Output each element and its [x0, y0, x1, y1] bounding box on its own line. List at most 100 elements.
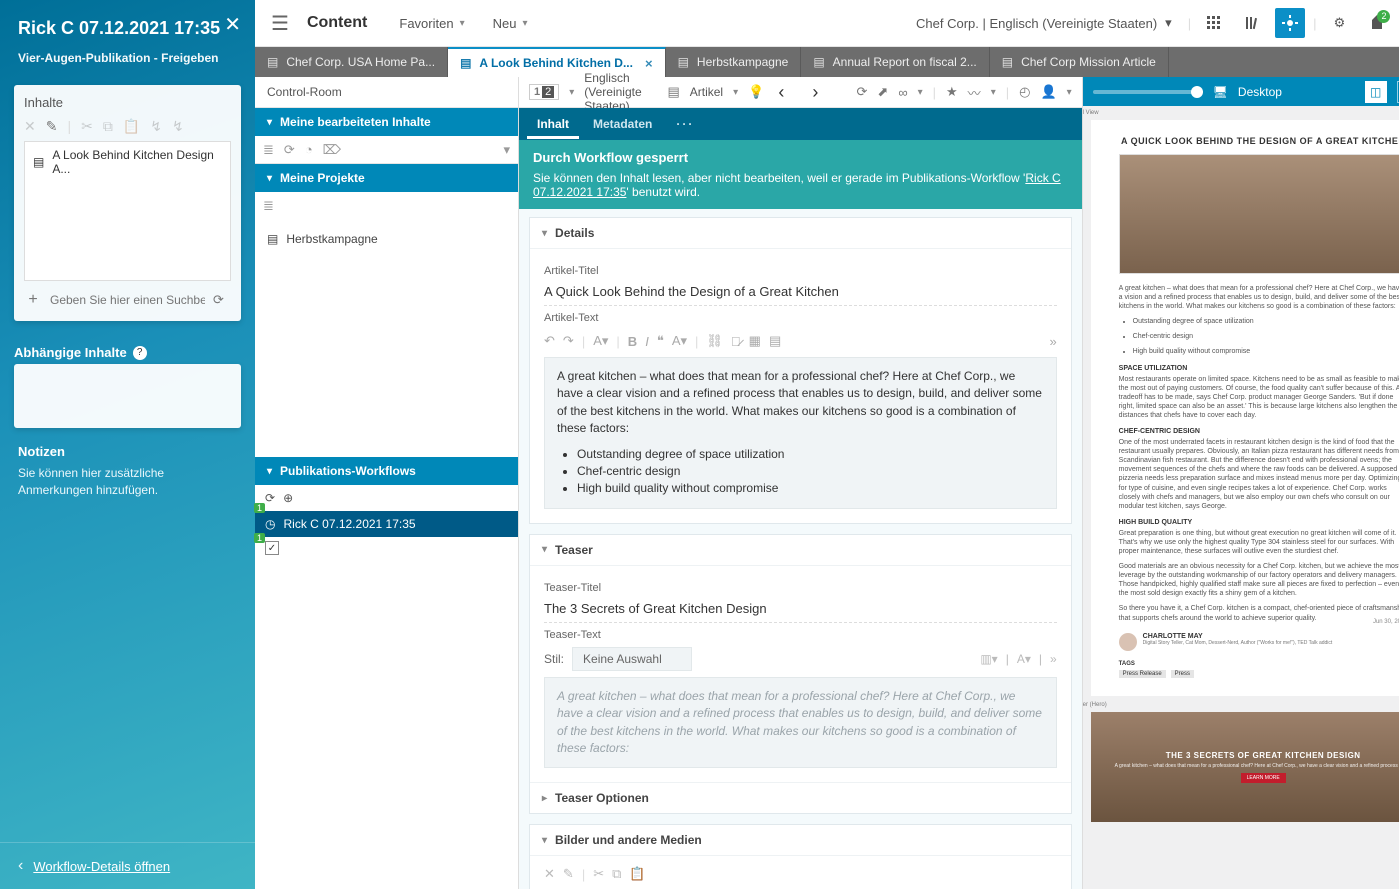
chevron-down-icon[interactable]: ▾ — [1067, 87, 1072, 98]
copy-icon[interactable]: ⧉ — [612, 866, 621, 882]
bulb-icon[interactable]: 💡 — [748, 84, 764, 100]
timer-icon[interactable]: ◴ — [1019, 84, 1030, 100]
cut-icon[interactable]: ✂ — [593, 866, 604, 882]
list-icon[interactable]: ≣ — [263, 142, 274, 158]
open-icon[interactable]: ⬈ — [877, 84, 888, 100]
star-icon[interactable]: ★ — [946, 84, 958, 100]
settings-icon[interactable]: ⚙ — [1324, 8, 1354, 38]
menu-icon[interactable]: ☰ — [265, 7, 295, 40]
section-workflows[interactable]: ▾Publikations-Workflows — [255, 457, 518, 485]
workflow-subtitle: Vier-Augen-Publikation - Freigeben — [18, 51, 237, 65]
version-icon[interactable]: 12 — [529, 84, 559, 100]
font2-icon[interactable]: A▾ — [672, 333, 687, 349]
search-input[interactable] — [48, 287, 207, 313]
workflow-details-link[interactable]: ‹ Workflow-Details öffnen — [0, 842, 255, 889]
tag[interactable]: Press — [1171, 670, 1194, 678]
site-dropdown[interactable]: Chef Corp. | Englisch (Vereinigte Staate… — [916, 15, 1172, 31]
tab-campaign[interactable]: ▤Herbstkampagne — [666, 47, 802, 77]
close-icon[interactable]: ✕ — [224, 12, 241, 37]
chevron-down-icon[interactable]: ▾ — [991, 87, 996, 98]
locale-dropdown[interactable]: Englisch (Vereinigte Staaten) — [584, 71, 657, 113]
paste-icon[interactable]: 📋 — [629, 866, 645, 882]
chevron-down-icon[interactable]: ▾ — [918, 87, 923, 98]
list-icon[interactable]: ≣ — [263, 198, 274, 214]
picker-icon[interactable]: ▥▾ — [980, 652, 997, 666]
chevron-down-icon[interactable]: ▾ — [569, 87, 574, 98]
article-text-area[interactable]: A great kitchen – what does that mean fo… — [544, 357, 1057, 509]
notes-hint[interactable]: Sie können hier zusätzliche Anmerkungen … — [14, 465, 241, 500]
project-item[interactable]: ▤Herbstkampagne — [255, 226, 518, 252]
hero-cta-button[interactable]: LEARN MORE — [1241, 773, 1286, 783]
nav-prev-icon[interactable]: ‹ — [774, 82, 788, 103]
tab-report[interactable]: ▤Annual Report on fiscal 2... — [801, 47, 989, 77]
article-title-value[interactable]: A Quick Look Behind the Design of a Grea… — [544, 280, 1057, 306]
font-icon[interactable]: A▾ — [1017, 652, 1031, 666]
teaser-options-header[interactable]: ▸Teaser Optionen — [530, 782, 1071, 813]
checkbox-checked-icon[interactable]: ✓ — [265, 541, 279, 555]
favorites-dropdown[interactable]: Favoriten▾ — [389, 10, 474, 37]
nav-next-icon[interactable]: › — [808, 82, 822, 103]
table-icon[interactable]: ▤ — [769, 333, 781, 349]
type-dropdown[interactable]: Artikel▾ — [690, 85, 738, 99]
share-icon[interactable]: ∞ — [898, 85, 907, 100]
undo-icon[interactable]: ↶ — [544, 333, 555, 349]
globe-icon[interactable]: ⊕ — [283, 491, 293, 505]
style-select[interactable]: Keine Auswahl — [572, 647, 692, 671]
close-tab-icon[interactable]: × — [645, 56, 653, 71]
bullet-item: High build quality without compromise — [577, 480, 1044, 497]
analytics-icon[interactable]: 〰 — [968, 83, 981, 102]
tab-content[interactable]: Inhalt — [527, 109, 579, 139]
new-label: Neu — [493, 16, 517, 31]
quote-icon[interactable]: ❝ — [657, 333, 664, 349]
edit-icon[interactable]: ✎ — [46, 118, 58, 135]
content-list-item[interactable]: ▤ A Look Behind Kitchen Design A... — [25, 142, 230, 182]
add-icon[interactable]: + — [24, 291, 42, 309]
mode-split-icon[interactable]: ◫ — [1365, 81, 1387, 103]
media-header[interactable]: ▾Bilder und andere Medien — [530, 825, 1071, 856]
tab-mission[interactable]: ▤Chef Corp Mission Article — [990, 47, 1169, 77]
help-icon[interactable]: ? — [133, 346, 147, 360]
editor-body[interactable]: ▾Details Artikel-Titel A Quick Look Behi… — [519, 209, 1082, 889]
teaser-text-area[interactable]: A great kitchen – what does that mean fo… — [544, 677, 1057, 769]
remove-icon[interactable]: ✕ — [544, 866, 555, 882]
reload-icon[interactable]: ⟳ — [857, 84, 868, 100]
edit-icon[interactable]: ✎ — [563, 866, 574, 882]
new-dropdown[interactable]: Neu▾ — [483, 10, 538, 37]
unlink-icon[interactable]: ⛓̷ — [731, 334, 741, 349]
filter-icon[interactable]: ◔ — [305, 142, 313, 157]
refresh-icon[interactable]: ⟳ — [284, 142, 295, 158]
teaser-title-value[interactable]: The 3 Secrets of Great Kitchen Design — [544, 597, 1057, 623]
teaser-header[interactable]: ▾Teaser — [530, 535, 1071, 566]
section-edited[interactable]: ▾Meine bearbeiteten Inhalte — [255, 108, 518, 136]
tab-more[interactable]: ··· — [666, 109, 704, 139]
preview-body[interactable]: Detail View A QUICK LOOK BEHIND THE DESI… — [1083, 106, 1399, 889]
italic-icon[interactable]: I — [645, 334, 649, 349]
section-projects[interactable]: ▾Meine Projekte — [255, 164, 518, 192]
library-icon[interactable] — [1237, 8, 1267, 38]
editor-column: 12 ▾ Englisch (Vereinigte Staaten) ▤ Art… — [519, 77, 1083, 889]
refresh-icon[interactable]: ⟳ — [213, 292, 231, 308]
zoom-slider[interactable] — [1093, 90, 1203, 94]
person-icon[interactable]: 👤 — [1040, 84, 1056, 100]
chevron-down-icon[interactable]: ▾ — [503, 142, 510, 158]
clock-icon: ◷ — [265, 517, 275, 531]
focus-icon[interactable] — [1275, 8, 1305, 38]
tab-metadata[interactable]: Metadaten — [583, 109, 662, 139]
link-icon[interactable]: ⛓ — [706, 333, 723, 349]
redo-icon[interactable]: ↷ — [563, 333, 574, 349]
notifications-icon[interactable]: 2 — [1362, 8, 1392, 38]
expand-icon[interactable]: » — [1049, 334, 1056, 349]
workflow-item[interactable]: 1 ◷ Rick C 07.12.2021 17:35 — [255, 511, 518, 537]
font-icon[interactable]: A▾ — [593, 333, 608, 349]
bold-icon[interactable]: B — [628, 334, 637, 349]
refresh-icon[interactable]: ⟳ — [265, 491, 275, 505]
apps-icon[interactable] — [1199, 8, 1229, 38]
image-icon[interactable]: ▦ — [749, 333, 761, 349]
workflow-details-label: Workflow-Details öffnen — [33, 859, 170, 874]
expand-icon[interactable]: » — [1050, 652, 1057, 666]
tab-home[interactable]: ▤Chef Corp. USA Home Pa... — [255, 47, 448, 77]
clear-icon[interactable]: ⌦ — [323, 142, 341, 158]
tag[interactable]: Press Release — [1119, 670, 1166, 678]
topbar: ☰ Content Favoriten▾ Neu▾ Chef Corp. | E… — [255, 0, 1399, 47]
details-header[interactable]: ▾Details — [530, 218, 1071, 249]
